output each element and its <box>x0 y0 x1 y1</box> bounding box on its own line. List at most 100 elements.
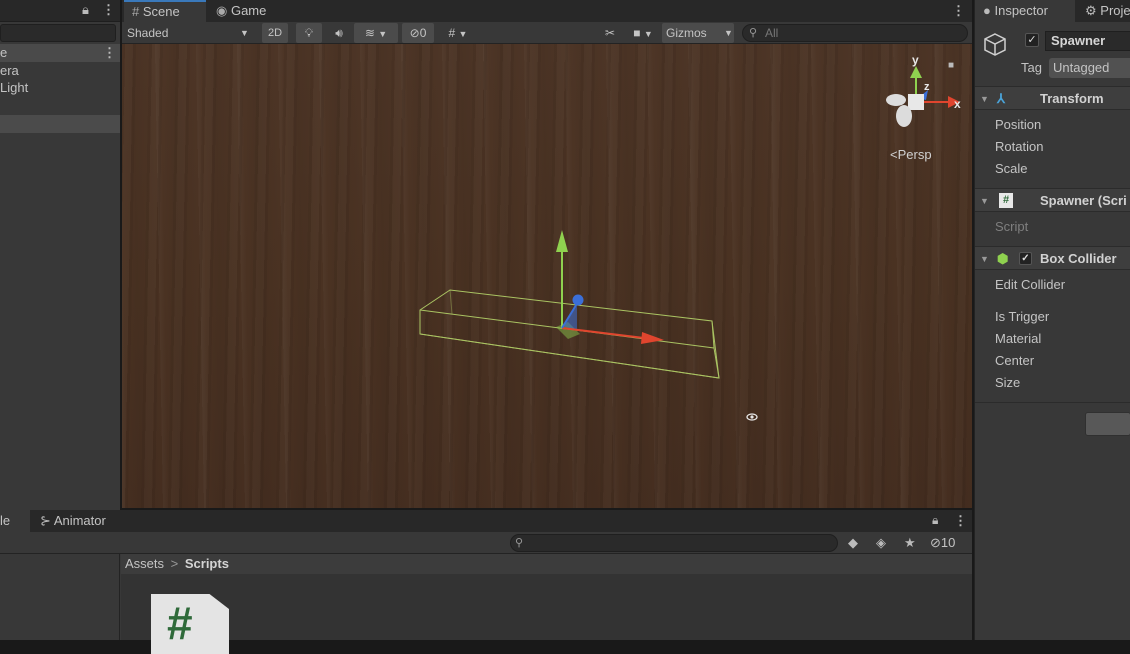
tools-button[interactable]: ✂︎ <box>598 23 622 43</box>
animator-icon: ⊱ <box>40 513 51 528</box>
scene-search-input[interactable]: ⚲ All <box>742 24 968 42</box>
label-tag-icon[interactable]: ◈ <box>876 535 886 551</box>
tag-value: Untagged <box>1053 60 1110 75</box>
collider-edge <box>713 347 720 379</box>
toggle-2d-button[interactable]: 2D <box>262 23 288 43</box>
box-collider-component-header[interactable]: ▼ ⬢ ✓ Box Collider <box>975 246 1130 270</box>
tools-icon: ✂︎ <box>604 26 616 40</box>
lock-icon[interactable]: 🔒︎ <box>932 513 938 528</box>
scene-more-icon[interactable]: ⋮ <box>952 3 965 19</box>
audio-toggle[interactable]: 🔊︎ <box>326 23 352 43</box>
box-collider-enabled-checkbox[interactable]: ✓ <box>1019 252 1032 265</box>
scene-toolbar: Shaded ▼ 2D 💡︎ 🔊︎ ≋ ▼ ⊘0 # ▼ ✂︎ ■ ▼ Gizm… <box>122 22 972 44</box>
tab-console-label: le <box>0 513 11 528</box>
effects-dropdown[interactable]: ≋ ▼ <box>354 23 398 43</box>
project-panel: le ⊱ Animator 🔒︎ ⋮ ⚲ ◆ ◈ ★ ⊘10 Assets > … <box>0 510 972 654</box>
tab-console[interactable]: le <box>0 510 30 532</box>
projection-text: Persp <box>898 147 932 162</box>
hierarchy-item-selected[interactable] <box>0 115 120 133</box>
more-icon[interactable]: ⋮ <box>102 2 115 18</box>
object-name-value: Spawner <box>1051 33 1106 48</box>
gizmo-y-cone[interactable] <box>910 66 922 78</box>
spawner-component-header[interactable]: ▼ # Spawner (Scri <box>975 188 1130 212</box>
scene-gizmo-layer: y z x ■ <Persp <box>419 53 961 421</box>
gizmo-x-label: x <box>954 97 961 111</box>
breadcrumb: Assets > Scripts <box>121 554 972 574</box>
breadcrumb-separator: > <box>170 556 179 571</box>
hierarchy-search-input[interactable] <box>0 24 116 42</box>
project-folder-tree <box>0 554 120 640</box>
breadcrumb-scripts[interactable]: Scripts <box>185 556 229 571</box>
active-checkbox[interactable]: ✓ <box>1025 33 1039 47</box>
collider-edge <box>449 289 453 315</box>
size-label: Size <box>995 375 1021 390</box>
script-asset-icon[interactable]: # <box>151 594 229 654</box>
scene-more-icon[interactable]: ⋮ <box>103 45 116 61</box>
gizmo-z-label: z <box>924 81 930 93</box>
script-label: Script <box>995 219 1029 234</box>
object-name-field[interactable]: Spawner <box>1045 31 1130 51</box>
hierarchy-item-camera[interactable]: era <box>0 62 120 80</box>
y-arrow-icon[interactable] <box>556 230 568 252</box>
grid-snap-dropdown[interactable]: # ▼ <box>438 23 478 43</box>
hidden-objects-toggle[interactable]: ⊘0 <box>402 23 434 43</box>
foldout-arrow-icon: ▼ <box>980 196 989 206</box>
gizmo-y-label: y <box>912 53 919 67</box>
tab-inspector-label: Inspector <box>994 3 1048 18</box>
gizmo-lock-icon[interactable]: ■ <box>948 60 954 71</box>
chevron-down-icon: ▼ <box>724 28 733 38</box>
scene-viewport[interactable]: y z x ■ <Persp <box>122 44 972 508</box>
x-arrow-icon[interactable] <box>641 332 664 344</box>
add-component-button[interactable] <box>1085 412 1130 436</box>
gizmos-label: Gizmos <box>666 26 707 40</box>
grid-icon: # <box>132 4 140 19</box>
move-tool-gizmo[interactable] <box>556 230 664 344</box>
scene-view: # Scene ◉ Game ⋮ Shaded ▼ 2D 💡︎ 🔊︎ ≋ ▼ ⊘… <box>122 0 972 508</box>
eye-hidden-icon: ⊘ <box>409 26 420 40</box>
gameobject-icon <box>981 30 1011 60</box>
gizmos-dropdown[interactable]: Gizmos ▼ <box>662 23 734 43</box>
tab-scene[interactable]: # Scene <box>124 0 206 22</box>
gizmo-center-cube[interactable] <box>908 94 924 110</box>
info-icon: ● <box>983 3 991 18</box>
eye-icon-pupil <box>750 415 754 419</box>
camera-dropdown[interactable]: ■ ▼ <box>626 23 660 43</box>
more-icon[interactable]: ⋮ <box>954 513 967 529</box>
tab-project[interactable]: ⚙ Proje <box>1085 0 1130 22</box>
foldout-arrow-icon: ▼ <box>980 94 989 104</box>
scale-label: Scale <box>995 161 1028 176</box>
project-search-input[interactable]: ⚲ <box>510 534 838 552</box>
layers-icon: ≋ <box>364 26 375 40</box>
chevron-down-icon: ▼ <box>458 29 468 39</box>
breadcrumb-assets[interactable]: Assets <box>125 556 164 571</box>
projection-label[interactable]: <Persp <box>890 147 932 162</box>
box-collider-title: Box Collider <box>1040 251 1117 266</box>
chevron-down-icon: ▼ <box>240 28 249 38</box>
lock-icon[interactable]: 🔒︎ <box>82 2 89 18</box>
inspector-panel: ● Inspector ⚙ Proje ✓ Spawner Tag Untagg… <box>974 0 1130 640</box>
hierarchy-scene-row[interactable]: e ⋮ <box>0 44 120 62</box>
collider-edge <box>419 333 720 379</box>
hierarchy-item-label: Light <box>0 80 29 95</box>
transform-title: Transform <box>1040 91 1104 106</box>
shading-mode-dropdown[interactable]: Shaded ▼ <box>124 23 254 43</box>
hierarchy-item-light[interactable]: Light <box>0 79 120 97</box>
lighting-toggle[interactable]: 💡︎ <box>296 23 322 43</box>
plane-handle[interactable] <box>562 306 577 330</box>
tag-label: Tag <box>1021 60 1042 75</box>
grid-snap-icon: # <box>448 26 456 40</box>
rotation-label: Rotation <box>995 139 1044 154</box>
tab-inspector[interactable]: ● Inspector <box>975 0 1075 22</box>
gizmo-neg-y-cone[interactable] <box>896 105 912 127</box>
hierarchy-panel: 🔒︎ ⋮ e ⋮ era Light <box>0 0 120 510</box>
tab-game[interactable]: ◉ Game <box>208 0 288 22</box>
gizmo-neg-x-cone[interactable] <box>886 94 906 106</box>
filter-type-icon[interactable]: ◆ <box>848 535 858 551</box>
transform-component-header[interactable]: ▼ ⅄ Transform <box>975 86 1130 110</box>
tab-animator[interactable]: ⊱ Animator <box>40 510 106 532</box>
tag-dropdown[interactable]: Untagged <box>1049 58 1130 78</box>
z-handle-dot[interactable] <box>572 294 584 306</box>
star-icon[interactable]: ★ <box>904 535 916 551</box>
visible-count-toggle[interactable]: ⊘10 <box>930 535 955 551</box>
edit-collider-label[interactable]: Edit Collider <box>995 275 1065 295</box>
